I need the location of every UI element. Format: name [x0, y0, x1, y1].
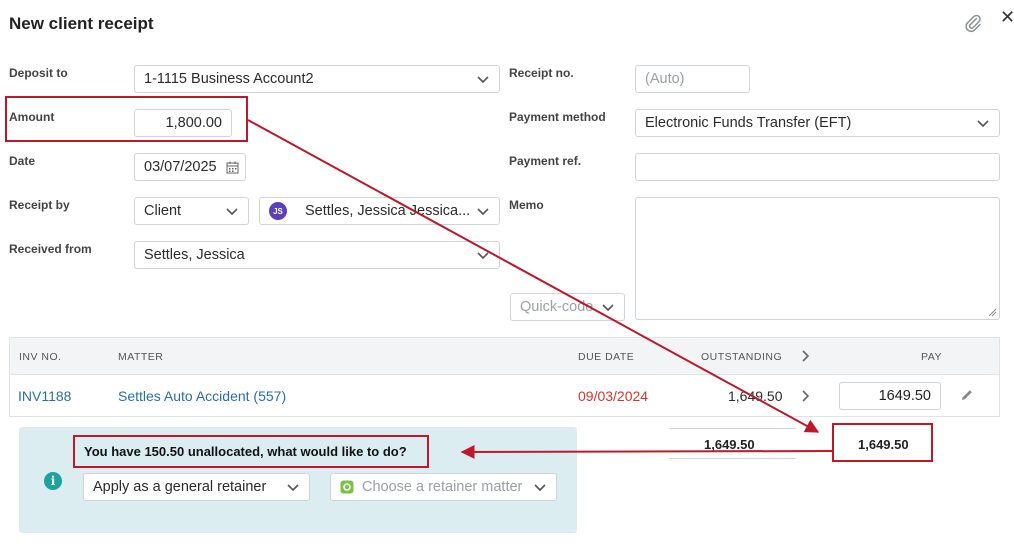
invoice-table-header: INV NO. MATTER DUE DATE OUTSTANDING PAY: [9, 337, 1000, 375]
paperclip-icon[interactable]: [964, 13, 982, 33]
close-icon[interactable]: ✕: [1000, 8, 1014, 26]
payment-method-select[interactable]: Electronic Funds Transfer (EFT): [635, 109, 1000, 137]
header-outstanding[interactable]: OUTSTANDING: [701, 351, 782, 363]
amount-highlight-box: [5, 96, 248, 142]
deposit-to-label: Deposit to: [9, 66, 68, 80]
header-matter[interactable]: MATTER: [118, 351, 163, 363]
chevron-down-icon: [534, 484, 546, 492]
receipt-by-type-value: Client: [144, 203, 182, 219]
deposit-to-value: 1-1115 Business Account2: [144, 71, 314, 87]
total-outstanding: 1,649.50: [704, 437, 755, 452]
table-row: INV1188 Settles Auto Accident (557) 09/0…: [9, 375, 1000, 417]
receipt-by-contact-select[interactable]: JS Settles, Jessica Jessica...: [259, 197, 500, 225]
receipt-by-contact-value: Settles, Jessica Jessica...: [305, 203, 471, 219]
message-highlight-box: [73, 435, 429, 468]
totals-divider: [669, 458, 796, 459]
matter-icon: [340, 480, 354, 494]
payment-method-label: Payment method: [509, 110, 606, 124]
chevron-down-icon: [287, 484, 299, 492]
receipt-no-placeholder: (Auto): [645, 71, 685, 87]
calendar-icon[interactable]: [226, 161, 239, 174]
chevron-down-icon: [477, 252, 489, 260]
date-label: Date: [9, 154, 36, 168]
header-due-date[interactable]: DUE DATE: [578, 351, 634, 363]
receipt-no-input[interactable]: (Auto): [635, 65, 750, 93]
outstanding-amount: 1,649.50: [728, 388, 783, 404]
chevron-right-icon[interactable]: [800, 349, 810, 363]
chevron-right-icon[interactable]: [800, 389, 810, 403]
info-icon: i: [44, 472, 62, 490]
receipt-by-type-select[interactable]: Client: [134, 197, 249, 225]
header-pay[interactable]: PAY: [921, 351, 942, 363]
received-from-value: Settles, Jessica: [144, 247, 245, 263]
memo-label: Memo: [509, 198, 544, 212]
resize-handle-icon[interactable]: [988, 308, 997, 317]
chevron-down-icon: [977, 120, 989, 128]
unallocated-action-select[interactable]: Apply as a general retainer: [83, 473, 310, 501]
retainer-matter-select[interactable]: Choose a retainer matter: [330, 473, 557, 501]
chevron-down-icon: [226, 208, 238, 216]
memo-textarea[interactable]: [635, 197, 1000, 320]
chevron-down-icon: [477, 208, 489, 216]
quick-code-placeholder: Quick-code: [520, 299, 594, 315]
quick-code-select[interactable]: Quick-code: [510, 293, 625, 321]
receipt-no-label: Receipt no.: [509, 66, 574, 80]
date-input[interactable]: 03/07/2025: [134, 153, 246, 181]
pencil-icon[interactable]: [960, 388, 974, 402]
payment-method-value: Electronic Funds Transfer (EFT): [645, 115, 852, 131]
payment-ref-input[interactable]: [635, 153, 1000, 181]
date-value: 03/07/2025: [144, 159, 217, 175]
invoice-number-link[interactable]: INV1188: [18, 388, 71, 404]
matter-link[interactable]: Settles Auto Accident (557): [118, 388, 286, 404]
deposit-to-select[interactable]: 1-1115 Business Account2: [134, 65, 500, 93]
dialog-title: New client receipt: [9, 14, 154, 33]
avatar: JS: [269, 202, 287, 220]
received-from-label: Received from: [9, 242, 92, 256]
received-from-select[interactable]: Settles, Jessica: [134, 241, 500, 269]
payment-ref-label: Payment ref.: [509, 154, 582, 168]
retainer-matter-placeholder: Choose a retainer matter: [362, 479, 523, 495]
pay-total-highlight-box: [832, 423, 933, 462]
pay-amount-input[interactable]: 1649.50: [839, 382, 941, 410]
header-inv-no[interactable]: INV NO.: [19, 351, 62, 363]
totals-divider: [669, 428, 796, 429]
unallocated-action-value: Apply as a general retainer: [93, 479, 267, 495]
receipt-by-label: Receipt by: [9, 198, 70, 212]
chevron-down-icon: [602, 304, 614, 312]
chevron-down-icon: [477, 76, 489, 84]
due-date: 09/03/2024: [578, 388, 649, 404]
